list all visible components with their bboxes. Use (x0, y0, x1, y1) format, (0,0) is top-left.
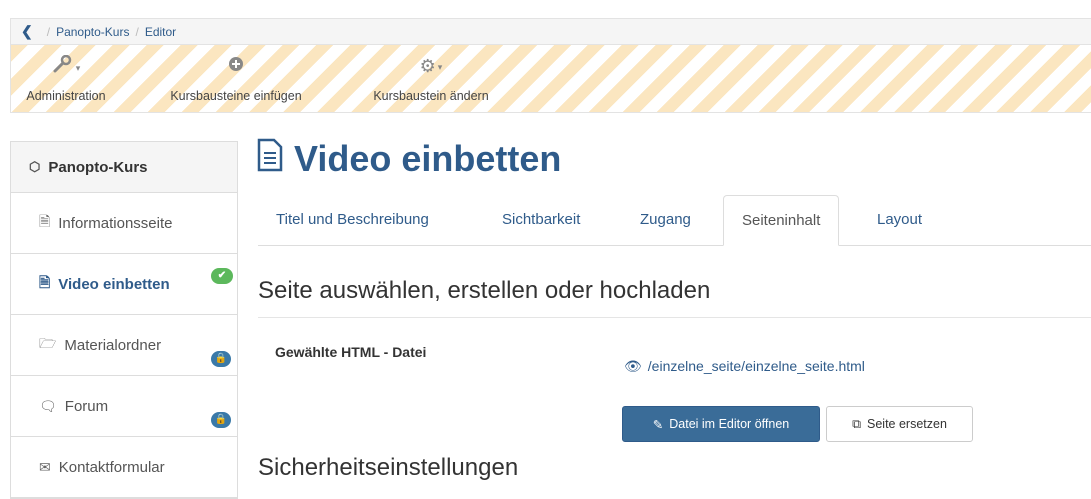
eye-icon: 👁 (624, 358, 642, 374)
breadcrumb-separator: / (135, 24, 139, 39)
change-building-block-label: Kursbaustein ändern (373, 89, 489, 103)
administration-menu[interactable]: ▾ Administration (11, 54, 121, 103)
cube-icon: ⬡ (29, 159, 41, 174)
wrench-icon: ▾ (11, 54, 121, 77)
check-badge-icon: ✔ (211, 268, 233, 284)
breadcrumb: ❮ / Panopto-Kurs / Editor (10, 18, 1091, 44)
tab-seiteninhalt[interactable]: Seiteninhalt (723, 195, 840, 246)
insert-building-block-menu[interactable]: Kursbausteine einfügen (161, 55, 311, 103)
course-sidebar: ⬡ Panopto-Kurs 🗎 Informationsseite 🗎 Vid… (10, 141, 238, 499)
sidebar-item-kontaktformular[interactable]: ✉ Kontaktformular (11, 437, 237, 498)
sidebar-item-label: Forum (64, 397, 109, 415)
tab-titel-und-beschreibung[interactable]: Titel und Beschreibung (258, 195, 447, 245)
file-path-text: /einzelne_seite/einzelne_seite.html (647, 358, 865, 374)
envelope-icon: ✉ (39, 458, 51, 475)
sidebar-item-label: Informationsseite (58, 214, 173, 232)
sidebar-course-title[interactable]: ⬡ Panopto-Kurs (11, 142, 237, 193)
plus-circle-icon (161, 55, 311, 77)
sidebar-item-forum[interactable]: 🗨 Forum 🔒 (11, 376, 237, 437)
comments-icon: 🗨 (39, 397, 57, 414)
sidebar-item-label: Kontaktformular (58, 458, 165, 476)
sidebar-item-label: Video einbetten (58, 275, 170, 293)
change-building-block-menu[interactable]: ⚙ ▾ Kursbaustein ändern (361, 55, 501, 103)
lock-badge-icon: 🔒 (211, 412, 231, 428)
section-heading-page: Seite auswählen, erstellen oder hochlade… (258, 277, 711, 304)
tab-sichtbarkeit[interactable]: Sichtbarkeit (484, 195, 598, 245)
divider (258, 317, 1091, 318)
sidebar-item-label: Materialordner (64, 336, 162, 354)
breadcrumb-editor-link[interactable]: Editor (145, 25, 176, 39)
open-in-editor-label: Datei im Editor öffnen (669, 417, 790, 431)
administration-label: Administration (26, 89, 106, 103)
tab-bar: Titel und Beschreibung Sichtbarkeit Zuga… (258, 195, 1091, 246)
edit-icon: ✎ (652, 417, 664, 432)
selected-file-link[interactable]: 👁 /einzelne_seite/einzelne_seite.html (624, 358, 865, 375)
tab-layout[interactable]: Layout (859, 195, 940, 245)
replace-icon: ⧉ (852, 416, 861, 431)
sidebar-item-informationsseite[interactable]: 🗎 Informationsseite (11, 193, 237, 254)
breadcrumb-separator: / (46, 24, 51, 39)
sidebar-item-video-einbetten[interactable]: 🗎 Video einbetten ✔ (11, 254, 237, 315)
file-text-icon: 🗎 (39, 213, 51, 229)
selected-html-file-label: Gewählte HTML - Datei (275, 344, 427, 360)
replace-page-button[interactable]: ⧉ Seite ersetzen (826, 406, 973, 442)
gear-icon: ⚙ ▾ (419, 56, 443, 76)
tab-zugang[interactable]: Zugang (622, 195, 709, 245)
file-text-icon (256, 138, 284, 180)
folder-open-icon: 🗁 (39, 335, 57, 351)
section-heading-security: Sicherheitseinstellungen (258, 454, 519, 481)
sidebar-item-materialordner[interactable]: 🗁 Materialordner 🔒 (11, 315, 237, 376)
page-title-text: Video einbetten (294, 138, 562, 179)
replace-page-label: Seite ersetzen (867, 417, 947, 431)
open-in-editor-button[interactable]: ✎ Datei im Editor öffnen (622, 406, 820, 442)
sidebar-title-label: Panopto-Kurs (48, 158, 148, 176)
lock-badge-icon: 🔒 (211, 351, 231, 367)
insert-building-block-label: Kursbausteine einfügen (170, 89, 302, 103)
breadcrumb-course-link[interactable]: Panopto-Kurs (56, 25, 129, 39)
file-text-icon: 🗎 (39, 274, 51, 290)
chevron-left-icon[interactable]: ❮ (21, 23, 33, 40)
editor-toolbar: ▾ Administration Kursbausteine einfügen … (10, 44, 1091, 113)
page-title: Video einbetten (256, 138, 561, 180)
